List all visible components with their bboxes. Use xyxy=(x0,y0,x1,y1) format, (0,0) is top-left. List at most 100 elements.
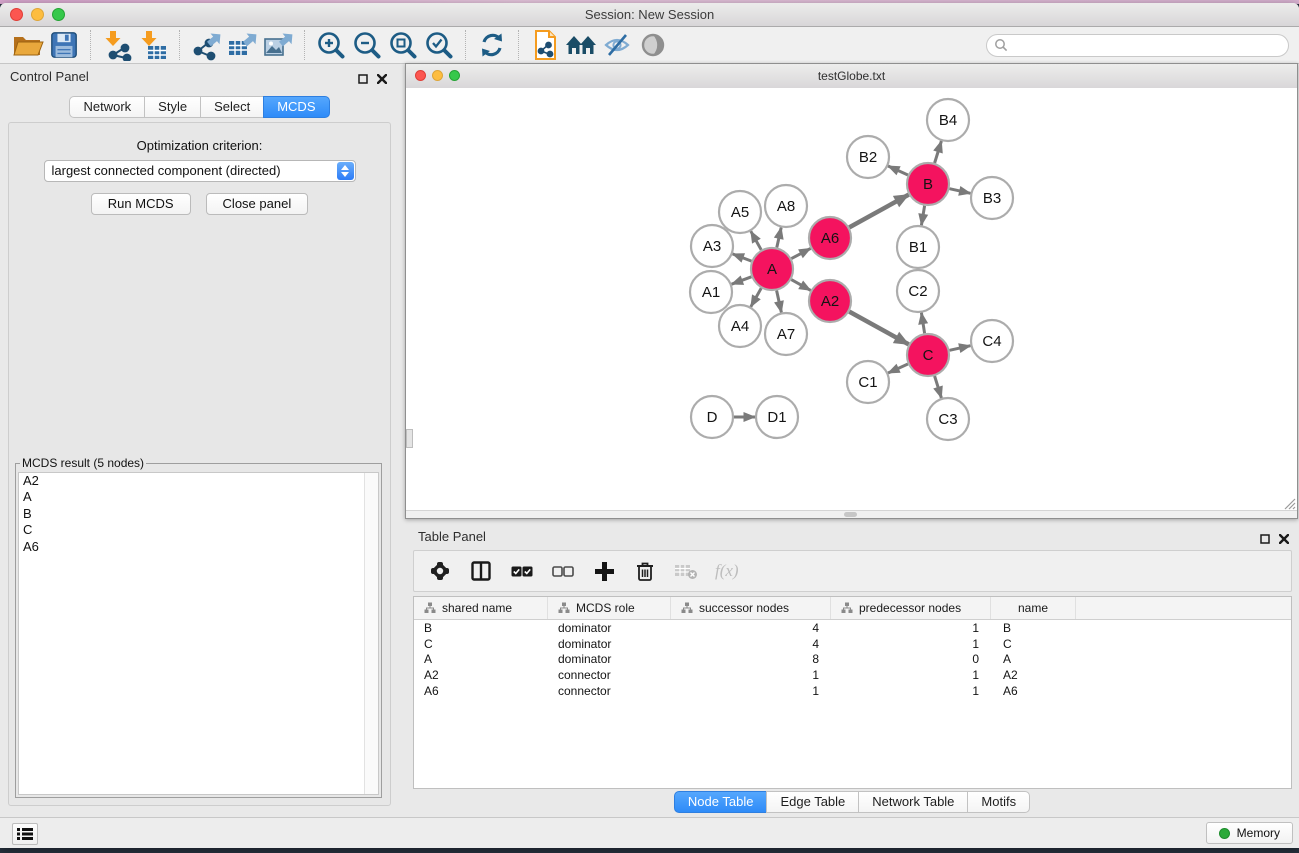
graph-node-B1[interactable]: B1 xyxy=(897,226,939,268)
close-panel-icon[interactable] xyxy=(1279,534,1289,544)
hide-selected-button[interactable] xyxy=(599,29,635,62)
mcds-result-list[interactable]: A2ABCA6 xyxy=(18,472,379,795)
graph-edge-A-A1[interactable] xyxy=(732,277,752,284)
criterion-select[interactable]: largest connected component (directed) xyxy=(44,160,356,182)
show-all-button[interactable] xyxy=(635,29,671,62)
search-input[interactable] xyxy=(1008,36,1288,54)
mcds-result-item[interactable]: C xyxy=(19,522,378,538)
float-panel-icon[interactable] xyxy=(358,74,368,84)
graph-edge-B-B1[interactable] xyxy=(921,206,924,226)
export-table-button[interactable] xyxy=(224,29,260,62)
table-row[interactable]: Adominator80A xyxy=(414,652,1291,668)
mcds-result-item[interactable]: A6 xyxy=(19,539,378,555)
mcds-result-item[interactable]: B xyxy=(19,506,378,522)
column-header-name[interactable]: name xyxy=(991,597,1076,619)
function-builder-button-disabled[interactable]: f(x) xyxy=(715,559,739,583)
mcds-result-item[interactable]: A2 xyxy=(19,473,378,489)
graph-edge-A-A5[interactable] xyxy=(751,231,761,250)
delete-table-button-disabled[interactable] xyxy=(674,559,698,583)
unselect-all-columns-button[interactable] xyxy=(551,559,575,583)
graph-node-A4[interactable]: A4 xyxy=(719,305,761,347)
graph-node-D[interactable]: D xyxy=(691,396,733,438)
table-tab-edge-table[interactable]: Edge Table xyxy=(766,791,859,813)
table-tab-node-table[interactable]: Node Table xyxy=(674,791,768,813)
graph-edge-A-A6[interactable] xyxy=(791,248,810,258)
select-all-columns-button[interactable] xyxy=(510,559,534,583)
zoom-out-button[interactable] xyxy=(349,29,385,62)
create-column-button[interactable] xyxy=(592,559,616,583)
graph-edge-C-C2[interactable] xyxy=(921,313,924,334)
table-row[interactable]: A6connector11A6 xyxy=(414,683,1291,699)
network-minimize-button[interactable] xyxy=(432,70,443,81)
new-network-from-selection-button[interactable] xyxy=(527,29,563,62)
memory-button[interactable]: Memory xyxy=(1206,822,1293,844)
open-session-button[interactable] xyxy=(10,29,46,62)
graph-node-A[interactable]: A xyxy=(751,248,793,290)
graph-node-C3[interactable]: C3 xyxy=(927,398,969,440)
graph-node-C4[interactable]: C4 xyxy=(971,320,1013,362)
graph-node-A6[interactable]: A6 xyxy=(809,217,851,259)
export-image-button[interactable] xyxy=(260,29,296,62)
tab-select[interactable]: Select xyxy=(200,96,264,118)
network-zoom-button[interactable] xyxy=(449,70,460,81)
network-hscroll-thumb[interactable] xyxy=(844,512,857,517)
tab-style[interactable]: Style xyxy=(144,96,201,118)
graph-node-A1[interactable]: A1 xyxy=(690,271,732,313)
graph-edge-A-A3[interactable] xyxy=(733,254,752,261)
column-header-successor-nodes[interactable]: successor nodes xyxy=(671,597,831,619)
graph-edge-B-B4[interactable] xyxy=(935,141,942,163)
graph-edge-A2-C[interactable] xyxy=(849,312,908,345)
apply-layout-button[interactable] xyxy=(474,29,510,62)
graph-node-A2[interactable]: A2 xyxy=(809,280,851,322)
graph-node-A5[interactable]: A5 xyxy=(719,191,761,233)
zoom-selected-button[interactable] xyxy=(421,29,457,62)
export-network-button[interactable] xyxy=(188,29,224,62)
network-left-grip[interactable] xyxy=(406,429,413,448)
graph-edge-C-C1[interactable] xyxy=(888,364,908,373)
mcds-result-scrollbar[interactable] xyxy=(364,473,378,794)
table-row[interactable]: Cdominator41C xyxy=(414,636,1291,652)
resize-grip-icon[interactable] xyxy=(1283,497,1296,510)
graph-node-A8[interactable]: A8 xyxy=(765,185,807,227)
graph-edge-B-B3[interactable] xyxy=(950,189,971,194)
tab-network[interactable]: Network xyxy=(69,96,145,118)
delete-column-button[interactable] xyxy=(633,559,657,583)
graph-node-C2[interactable]: C2 xyxy=(897,270,939,312)
network-graph[interactable]: B4B2BB3A8A5A6A3B1AA1C2A2A4A7C4CC1DD1C3 xyxy=(406,88,1297,512)
network-window-titlebar[interactable]: testGlobe.txt xyxy=(406,64,1297,89)
graph-node-A7[interactable]: A7 xyxy=(765,313,807,355)
import-table-button[interactable] xyxy=(135,29,171,62)
task-history-button[interactable] xyxy=(12,823,38,845)
graph-edge-A6-B[interactable] xyxy=(849,195,908,228)
search-field[interactable] xyxy=(986,34,1289,57)
graph-node-A3[interactable]: A3 xyxy=(691,225,733,267)
close-panel-button[interactable]: Close panel xyxy=(206,193,309,215)
table-tab-network-table[interactable]: Network Table xyxy=(858,791,968,813)
network-horizontal-scrollbar[interactable] xyxy=(406,510,1297,518)
minimize-window-button[interactable] xyxy=(31,8,44,21)
graph-node-B4[interactable]: B4 xyxy=(927,99,969,141)
graph-edge-A-A8[interactable] xyxy=(777,228,781,248)
graph-node-B[interactable]: B xyxy=(907,163,949,205)
zoom-window-button[interactable] xyxy=(52,8,65,21)
graph-node-C[interactable]: C xyxy=(907,334,949,376)
network-close-button[interactable] xyxy=(415,70,426,81)
run-mcds-button[interactable]: Run MCDS xyxy=(91,193,191,215)
column-header-mcds-role[interactable]: MCDS role xyxy=(548,597,671,619)
graph-node-D1[interactable]: D1 xyxy=(756,396,798,438)
graph-edge-A-A4[interactable] xyxy=(751,288,761,307)
graph-edge-C-C3[interactable] xyxy=(935,376,942,398)
graph-edge-A-A7[interactable] xyxy=(777,291,782,313)
graph-edge-B-B2[interactable] xyxy=(888,166,908,175)
mcds-result-item[interactable]: A xyxy=(19,489,378,505)
tab-mcds[interactable]: MCDS xyxy=(263,96,329,118)
save-session-button[interactable] xyxy=(46,29,82,62)
graph-edge-C-C4[interactable] xyxy=(950,346,971,351)
table-tab-motifs[interactable]: Motifs xyxy=(967,791,1030,813)
table-row[interactable]: Bdominator41B xyxy=(414,620,1291,636)
float-panel-icon[interactable] xyxy=(1260,534,1270,544)
table-row[interactable]: A2connector11A2 xyxy=(414,667,1291,683)
import-network-button[interactable] xyxy=(99,29,135,62)
column-header-shared-name[interactable]: shared name xyxy=(414,597,548,619)
graph-edge-A-A2[interactable] xyxy=(791,280,810,291)
